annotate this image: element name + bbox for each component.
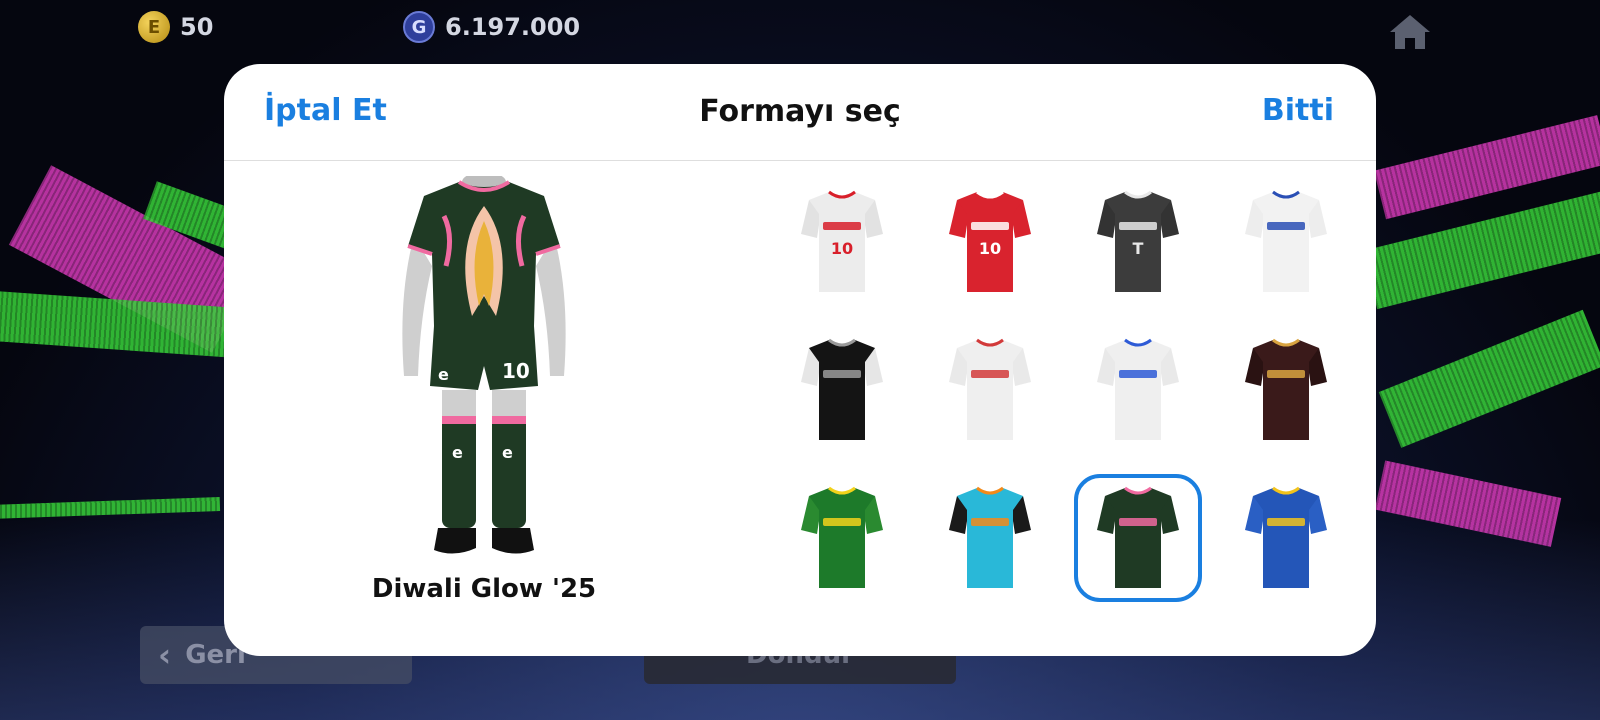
svg-text:10: 10 <box>979 239 1001 258</box>
gp-coins-value: 6.197.000 <box>445 13 581 41</box>
efootball-coins-value: 50 <box>180 13 214 41</box>
player-kit-preview: 10 e e e <box>402 176 566 554</box>
efootball-coin-icon: E <box>138 11 170 43</box>
dialog-header: İptal Et Formayı seç Bitti <box>224 64 1376 161</box>
kit-option[interactable] <box>778 474 906 602</box>
jersey-white-tricolor-icon <box>1097 338 1179 440</box>
selected-kit-name: Diwali Glow '25 <box>371 574 597 604</box>
light-beam <box>1378 309 1600 448</box>
kit-grid: 10 10 T <box>774 176 1364 626</box>
jersey-black-white-sleeve-icon <box>801 338 883 440</box>
svg-text:e: e <box>438 365 449 384</box>
kit-option[interactable] <box>1074 474 1202 602</box>
jersey-blue-pattern-icon <box>1245 486 1327 588</box>
kit-option[interactable]: 10 <box>926 178 1054 306</box>
svg-text:T: T <box>1133 239 1144 258</box>
kit-option[interactable] <box>1222 178 1350 306</box>
light-beam <box>0 496 221 519</box>
chevron-left-icon: ‹ <box>158 636 172 674</box>
kit-option[interactable]: 10 <box>778 178 906 306</box>
jersey-white-blue-collar-icon <box>1245 190 1327 292</box>
svg-text:10: 10 <box>831 239 853 258</box>
svg-text:10: 10 <box>502 359 530 383</box>
jersey-diwali-glow-icon <box>1097 486 1179 588</box>
efootball-coins: E 50 <box>138 11 213 43</box>
kit-option[interactable] <box>926 326 1054 454</box>
svg-text:e: e <box>452 443 463 462</box>
kit-option[interactable] <box>1074 326 1202 454</box>
jersey-turkey-white-icon: 10 <box>801 190 883 292</box>
kit-option[interactable]: T <box>1074 178 1202 306</box>
home-icon[interactable] <box>1388 12 1432 52</box>
top-hud: E 50 G 6.197.000 <box>0 0 1600 56</box>
jersey-cyan-orange-icon <box>949 486 1031 588</box>
jersey-maroon-gold-icon <box>1245 338 1327 440</box>
gp-coin-icon: G <box>403 11 435 43</box>
kit-option[interactable] <box>1222 326 1350 454</box>
kit-option[interactable] <box>1222 474 1350 602</box>
jersey-green-yellow-icon <box>801 486 883 588</box>
gp-coins: G 6.197.000 <box>403 11 580 43</box>
svg-text:e: e <box>502 443 513 462</box>
kit-option[interactable] <box>926 474 1054 602</box>
jersey-white-red-print-icon <box>949 338 1031 440</box>
kit-option[interactable] <box>778 326 906 454</box>
kit-select-dialog: İptal Et Formayı seç Bitti 10 e e e Diwa… <box>224 64 1376 656</box>
jersey-turkey-red-icon: 10 <box>949 190 1031 292</box>
jersey-black-t-icon: T <box>1097 190 1179 292</box>
done-button[interactable]: Bitti <box>1262 93 1334 128</box>
dialog-title: Formayı seç <box>699 94 901 129</box>
